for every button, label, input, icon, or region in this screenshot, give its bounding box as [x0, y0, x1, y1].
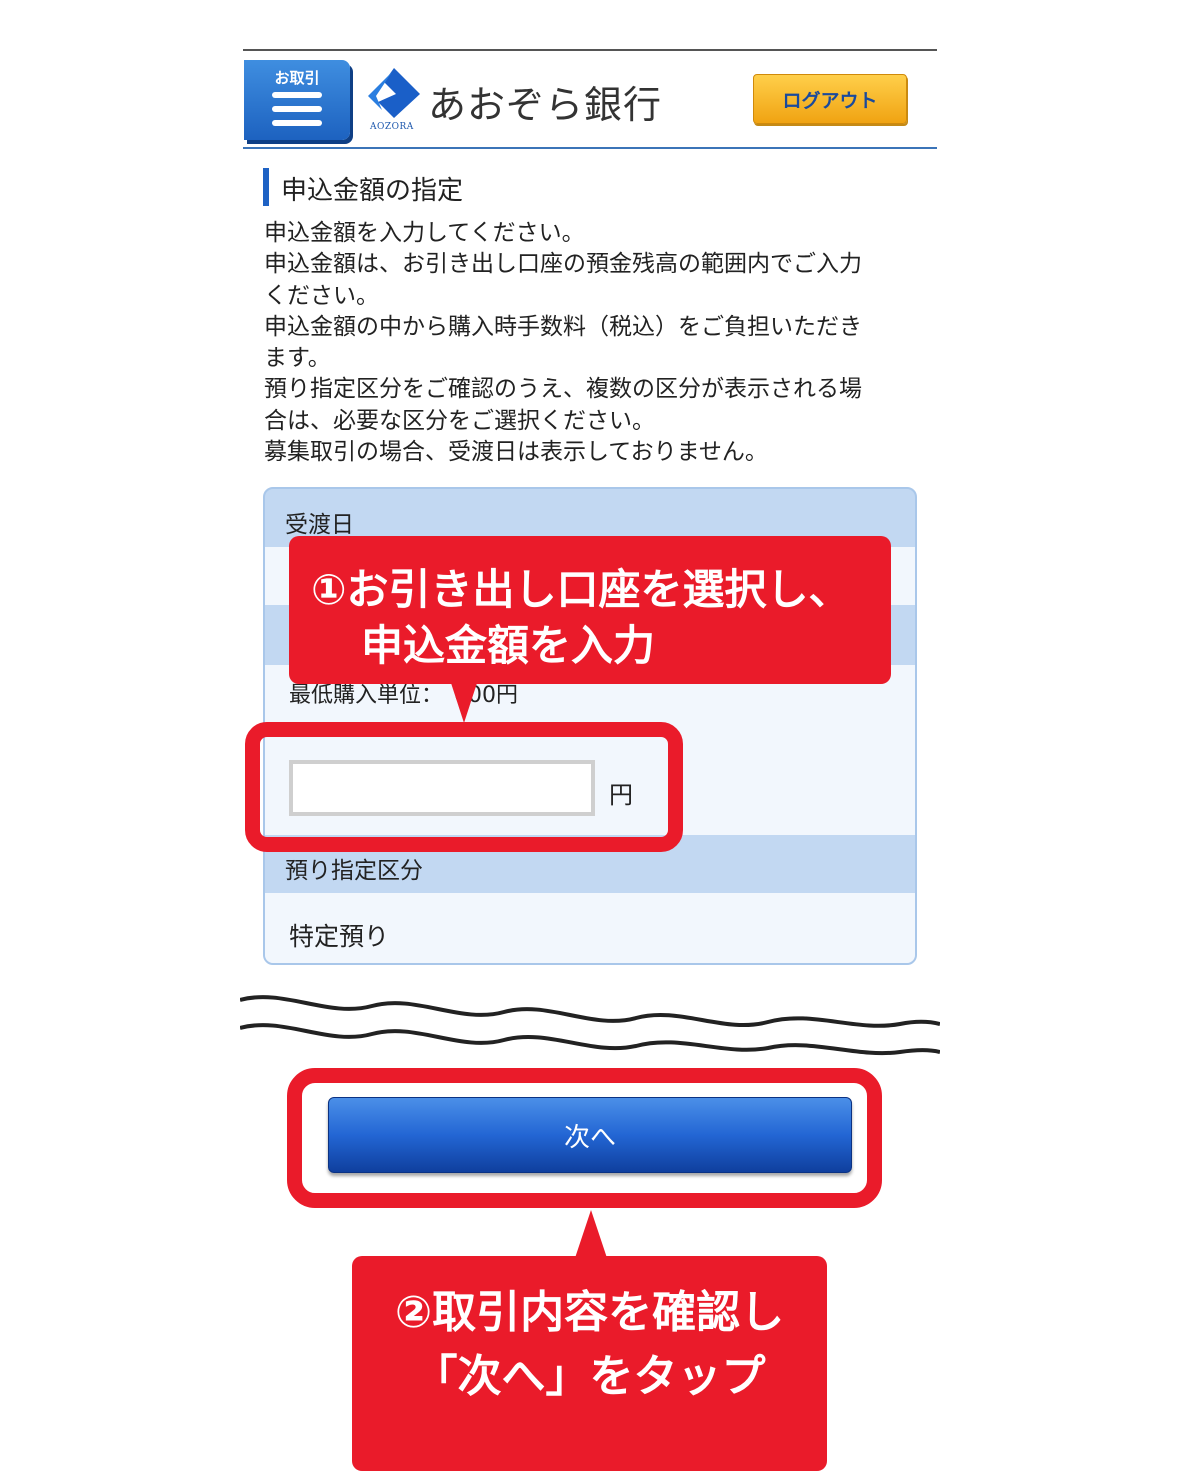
custody-type-label: 預り指定区分: [285, 858, 423, 884]
amount-input-highlight: [245, 722, 683, 852]
heading-accent-bar: [263, 168, 269, 206]
step2-callout: ②取引内容を確認し 「次へ」をタップ: [352, 1256, 827, 1471]
instruction-line: ください。: [264, 282, 379, 309]
menu-button-label: お取引: [274, 69, 320, 87]
step1-callout: ①お引き出し口座を選択し、 申込金額を入力: [289, 536, 891, 684]
top-divider: [243, 49, 937, 51]
step1-callout-line1: ①お引き出し口座を選択し、: [311, 565, 851, 614]
instruction-line: ます。: [264, 345, 331, 372]
bank-logo-subtext: AOZORA: [370, 122, 414, 132]
instruction-line: 申込金額の中から購入時手数料（税込）をご負担いただき: [264, 313, 862, 340]
instruction-line: 募集取引の場合、受渡日は表示しておりません。: [264, 439, 768, 466]
delivery-date-label: 受渡日: [285, 512, 354, 538]
custody-type-row: 特定預り: [265, 893, 915, 963]
bank-logo-text: あおぞら銀行: [428, 83, 663, 127]
instructions-text: 申込金額を入力してください。 申込金額は、お引き出し口座の預金残高の範囲内でご入…: [264, 218, 904, 468]
step2-callout-line2: 「次へ」をタップ: [413, 1351, 766, 1402]
hamburger-icon-bar: [272, 120, 322, 126]
instruction-line: 合は、必要な区分をご選択ください。: [264, 407, 655, 434]
custody-type-value: 特定預り: [289, 922, 390, 951]
page-title: 申込金額の指定: [281, 176, 464, 206]
step1-callout-pointer-icon: [451, 683, 477, 723]
transaction-menu-button[interactable]: お取引: [244, 60, 350, 140]
instruction-line: 預り指定区分をご確認のうえ、複数の区分が表示される場: [264, 376, 862, 403]
page-break-wave-icon: [240, 995, 940, 1056]
step1-callout-line2: 申込金額を入力: [361, 621, 656, 670]
step2-callout-line1: ②取引内容を確認し: [394, 1287, 785, 1338]
header-divider: [243, 147, 937, 149]
next-button[interactable]: 次へ: [328, 1097, 852, 1173]
hamburger-icon: [272, 92, 322, 98]
instruction-line: 申込金額を入力してください。: [264, 220, 585, 246]
logout-button[interactable]: ログアウト: [753, 74, 907, 124]
instruction-line: 申込金額は、お引き出し口座の預金残高の範囲内でご入力: [264, 251, 862, 278]
hamburger-icon-bar: [272, 106, 322, 112]
step2-callout-pointer-icon: [575, 1210, 607, 1258]
aozora-logo-icon: [368, 68, 420, 118]
